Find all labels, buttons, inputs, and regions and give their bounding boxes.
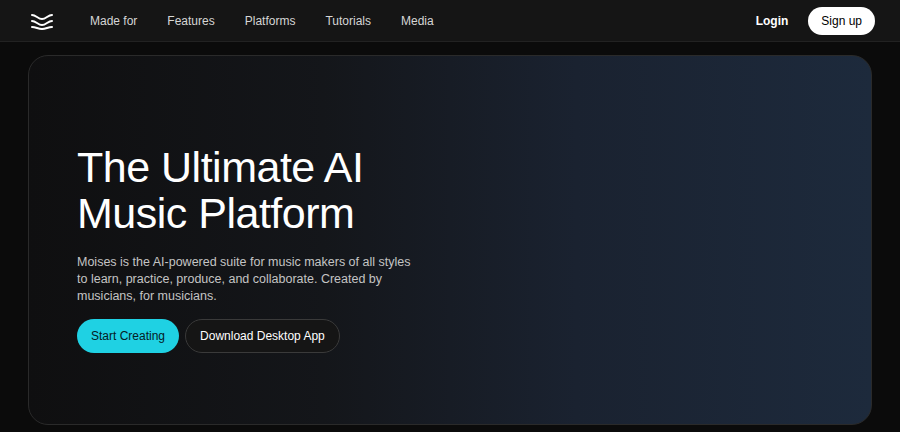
moises-logo-icon[interactable] [30, 12, 54, 30]
hero-actions: Start CreatingDownload Desktop App [77, 319, 871, 353]
nav-item[interactable]: Made for [90, 12, 137, 30]
nav-item[interactable]: Media [401, 12, 434, 30]
download-desktop-app-button[interactable]: Download Desktop App [185, 319, 340, 353]
nav-item[interactable]: Tutorials [325, 12, 371, 30]
hero-card: The Ultimate AIMusic Platform Moises is t… [28, 55, 872, 425]
nav-menu: Made for Features Platforms Tutorials Media [90, 12, 434, 30]
top-nav: Made for Features Platforms Tutorials Media L… [0, 0, 900, 42]
login-link[interactable]: Login [756, 12, 789, 30]
nav-item[interactable]: Features [167, 12, 214, 30]
hero-description: Moises is the AI-powered suite for music… [77, 254, 422, 305]
nav-item[interactable]: Platforms [245, 12, 296, 30]
signup-button[interactable]: Sign up [808, 7, 875, 35]
page: Made for Features Platforms Tutorials Media L… [0, 0, 900, 432]
start-creating-button[interactable]: Start Creating [77, 319, 179, 353]
hero-title: The Ultimate AIMusic Platform [77, 144, 871, 236]
